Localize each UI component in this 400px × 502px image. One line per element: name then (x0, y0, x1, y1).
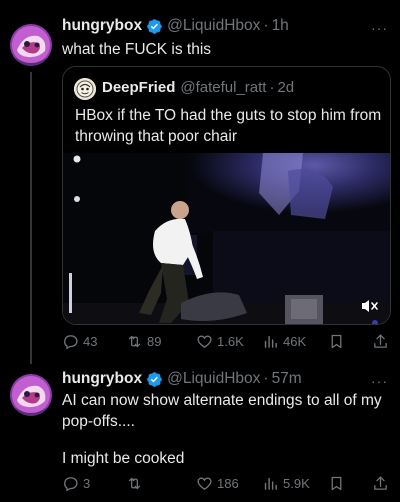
views-icon (264, 335, 277, 348)
tweet-text-second-paragraph: I might be cooked (62, 450, 185, 467)
bookmark-button[interactable] (328, 475, 349, 492)
view-count: 5.9K (283, 476, 310, 491)
display-name[interactable]: hungrybox (62, 370, 142, 388)
more-options-button[interactable]: ··· (371, 20, 388, 36)
retweet-button[interactable] (126, 475, 147, 492)
muted-speaker-icon[interactable] (360, 298, 380, 314)
quoted-header: DeepFried @fateful_ratt · 2d (102, 79, 294, 96)
separator-dot: · (269, 79, 275, 96)
like-count: 1.6K (217, 334, 244, 349)
quoted-handle[interactable]: @fateful_ratt (180, 79, 266, 96)
share-icon (374, 476, 387, 490)
timestamp[interactable]: 57m (272, 370, 302, 388)
reply-button[interactable]: 3 (62, 475, 90, 492)
quoted-tweet[interactable]: DeepFried @fateful_ratt · 2d HBox if the… (62, 66, 391, 325)
more-options-button[interactable]: ··· (371, 373, 388, 389)
bookmark-button[interactable] (328, 333, 349, 350)
verified-badge-icon (146, 371, 163, 388)
reply-button[interactable]: 43 (62, 333, 97, 350)
reply-count: 3 (83, 476, 91, 491)
quoted-avatar[interactable] (74, 78, 96, 100)
like-button[interactable]: 1.6K (196, 333, 244, 350)
retweet-count: 89 (147, 334, 162, 349)
action-bar: 43 89 1.6K 46K (62, 333, 392, 353)
reply-count: 43 (83, 334, 98, 349)
like-button[interactable]: 186 (196, 475, 239, 492)
bookmark-icon (331, 476, 342, 491)
retweet-icon (128, 335, 141, 348)
tweet-2[interactable]: hungrybox @LiquidHbox · 57m ··· AI can n… (0, 360, 400, 502)
tweet-text: what the FUCK is this (62, 41, 212, 58)
heart-icon (197, 477, 212, 490)
tweet-text: AI can now show alternate endings to all… (62, 392, 382, 430)
video-player[interactable] (63, 153, 390, 324)
avatar[interactable] (10, 24, 52, 66)
handle[interactable]: @LiquidHbox (167, 17, 260, 35)
video-frame (63, 153, 390, 324)
quoted-display-name[interactable]: DeepFried (102, 79, 175, 96)
avatar[interactable] (10, 374, 52, 416)
timestamp[interactable]: 1h (272, 17, 289, 35)
heart-icon (197, 335, 212, 348)
view-count: 46K (283, 334, 307, 349)
action-bar: 3 186 5.9K (62, 475, 392, 495)
quoted-tweet-text: HBox if the TO had the guts to stop him … (75, 107, 382, 145)
tweet-header: hungrybox @LiquidHbox · 1h (62, 17, 289, 35)
reply-icon (64, 477, 78, 492)
display-name[interactable]: hungrybox (62, 17, 142, 35)
reply-icon (64, 335, 78, 350)
views-button[interactable]: 5.9K (262, 475, 310, 492)
verified-badge-icon (146, 18, 163, 35)
share-button[interactable] (372, 333, 393, 350)
share-icon (374, 334, 387, 348)
handle[interactable]: @LiquidHbox (167, 370, 260, 388)
like-count: 186 (217, 476, 239, 491)
views-icon (264, 477, 277, 490)
retweet-button[interactable]: 89 (126, 333, 161, 350)
separator-dot: · (263, 370, 269, 387)
separator-dot: · (263, 17, 269, 34)
views-button[interactable]: 46K (262, 333, 306, 350)
retweet-icon (128, 477, 141, 490)
quoted-timestamp[interactable]: 2d (277, 79, 294, 96)
thread-line (30, 72, 32, 364)
tweet-1[interactable]: hungrybox @LiquidHbox · 1h ··· what the … (0, 0, 400, 364)
tweet-header: hungrybox @LiquidHbox · 57m (62, 370, 302, 388)
bookmark-icon (331, 334, 342, 349)
share-button[interactable] (372, 475, 393, 492)
